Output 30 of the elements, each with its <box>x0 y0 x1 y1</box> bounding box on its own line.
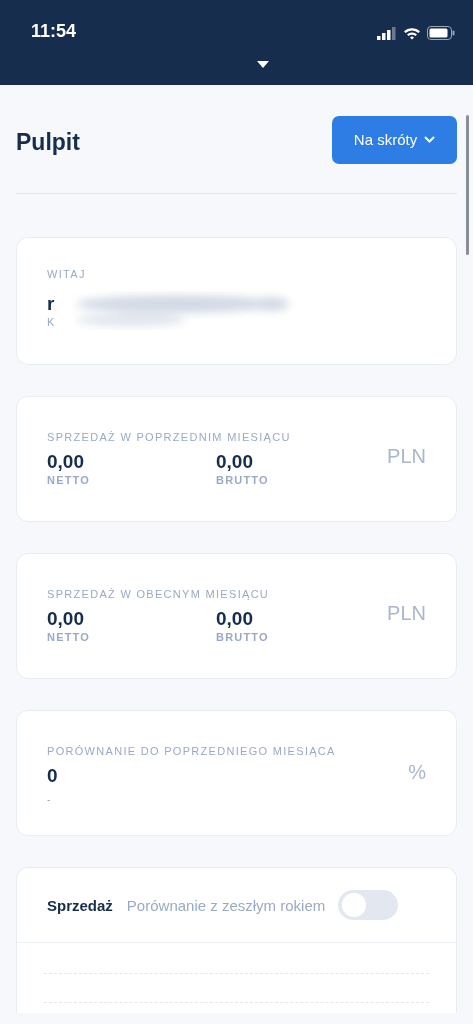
welcome-label: WITAJ <box>47 268 87 280</box>
unit-label: PLN <box>387 445 426 468</box>
stat-value: 0 <box>47 765 59 787</box>
user-name: r <box>47 293 56 315</box>
stat-label: SPRZEDAŻ W OBECNYM MIESIĄCU <box>47 588 271 600</box>
clock-time: 11:54 <box>31 21 77 42</box>
signal-icon <box>377 26 397 40</box>
shortcuts-dropdown[interactable]: Na skróty <box>332 115 457 164</box>
stat-label: PORÓWNANIE DO POPRZEDNIEGO MIESIĄCA <box>47 745 337 757</box>
unit-label: PLN <box>387 602 426 625</box>
stat-value: 0,00 <box>216 451 254 473</box>
stat-caption: NETTO <box>47 474 92 486</box>
pull-down-icon[interactable] <box>257 61 269 68</box>
stat-caption: - <box>47 793 53 805</box>
page-title: Pulpit <box>16 128 80 156</box>
stat-value: 0,00 <box>216 608 254 630</box>
unit-label: % <box>408 761 426 784</box>
wifi-icon <box>403 26 421 40</box>
battery-icon <box>427 26 455 40</box>
stat-caption: BRUTTO <box>216 631 270 643</box>
chevron-down-icon <box>424 136 436 143</box>
account-type: K <box>47 316 57 328</box>
stat-caption: BRUTTO <box>216 474 270 486</box>
stat-value: 0,00 <box>47 608 85 630</box>
toggle-label: Porównanie z zeszłym rokiem <box>126 896 326 914</box>
comparison-toggle[interactable] <box>338 890 399 920</box>
chart-title: Sprzedaż <box>47 896 113 914</box>
stat-caption: NETTO <box>47 631 92 643</box>
stat-value: 0,00 <box>47 451 85 473</box>
stat-label: SPRZEDAŻ W POPRZEDNIM MIESIĄCU <box>47 431 292 443</box>
